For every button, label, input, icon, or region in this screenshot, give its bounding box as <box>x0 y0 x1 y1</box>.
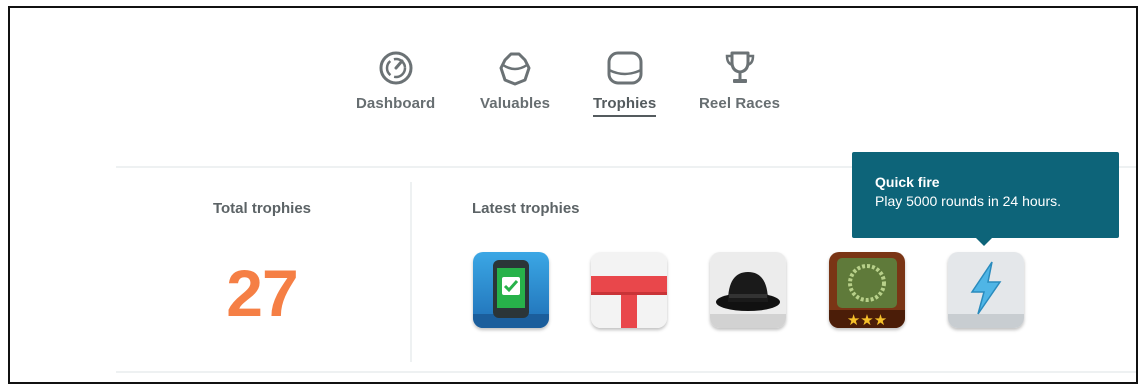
three-star-badge-icon: ★★★ <box>829 252 905 328</box>
page-frame: Dashboard Valuables Trophies Reel Races … <box>8 6 1138 384</box>
divider-vertical <box>410 182 412 362</box>
total-trophies-value: 27 <box>226 256 298 330</box>
bowler-hat-icon <box>710 252 786 328</box>
nav-valuables[interactable]: Valuables <box>480 48 550 112</box>
main-nav: Dashboard Valuables Trophies Reel Races <box>10 48 1136 138</box>
nav-trophies-label: Trophies <box>593 95 657 117</box>
cup-icon <box>725 51 754 83</box>
gift-ribbon-icon <box>591 252 667 328</box>
gem-icon <box>499 52 531 86</box>
latest-trophies-label: Latest trophies <box>472 200 580 217</box>
divider-bottom <box>116 371 1136 373</box>
trophy-item-3[interactable] <box>710 252 786 328</box>
trophy-tooltip: Quick fire Play 5000 rounds in 24 hours. <box>852 152 1119 246</box>
nav-reel-races-label: Reel Races <box>699 95 781 112</box>
trophy-item-4[interactable]: ★★★ <box>829 252 905 328</box>
trophy-item-1[interactable] <box>473 252 549 328</box>
total-trophies-label: Total trophies <box>212 200 312 217</box>
nav-trophies[interactable]: Trophies <box>593 48 657 117</box>
tooltip-title: Quick fire <box>875 174 940 190</box>
tooltip-text: Play 5000 rounds in 24 hours. <box>875 193 1062 209</box>
nav-reel-races[interactable]: Reel Races <box>699 48 780 112</box>
trophy-item-5[interactable] <box>948 252 1024 328</box>
nav-valuables-label: Valuables <box>480 95 551 112</box>
nav-dashboard[interactable]: Dashboard <box>356 48 435 112</box>
svg-text:★★★: ★★★ <box>847 311 887 328</box>
nav-dashboard-label: Dashboard <box>356 95 436 112</box>
speedometer-icon <box>379 51 413 85</box>
trophy-item-2[interactable] <box>591 252 667 328</box>
phone-check-icon <box>473 252 549 328</box>
lightning-bolt-icon <box>948 252 1024 328</box>
trophy-card-icon <box>607 51 643 85</box>
